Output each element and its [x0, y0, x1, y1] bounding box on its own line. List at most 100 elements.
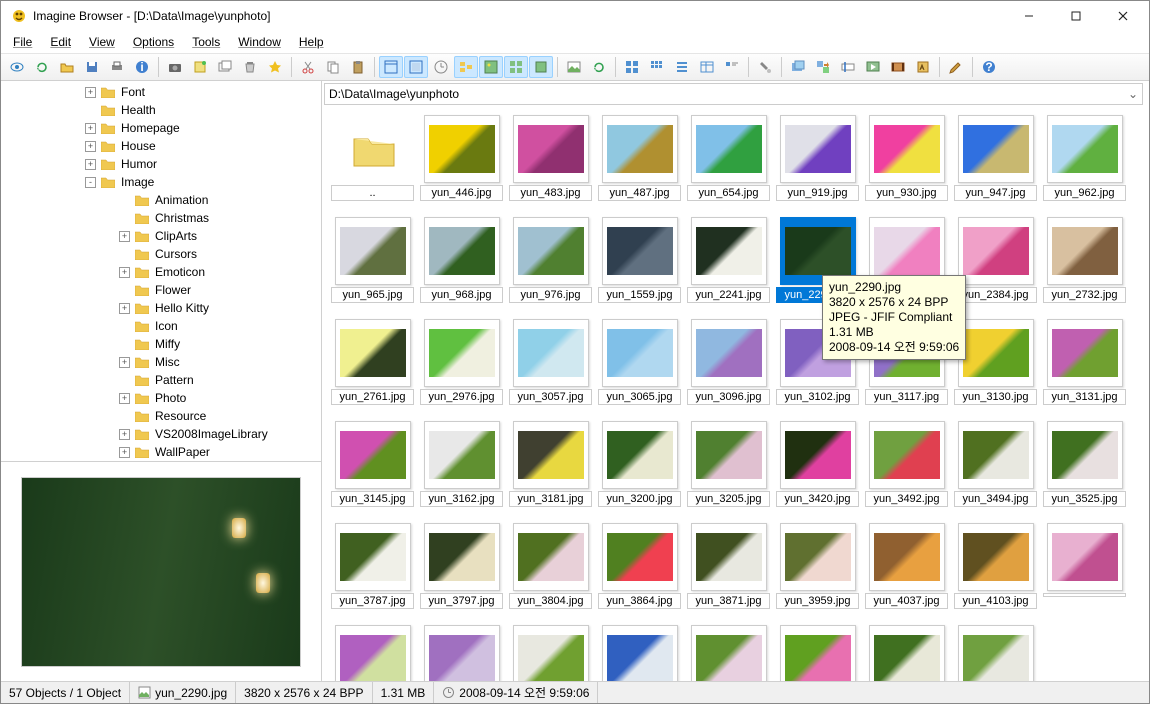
- thumbnail-area[interactable]: ..yun_446.jpgyun_483.jpgyun_487.jpgyun_6…: [322, 107, 1149, 681]
- thumbnail[interactable]: yun_3871.jpg: [686, 523, 771, 609]
- folder-house[interactable]: +House: [1, 137, 321, 155]
- edit-icon[interactable]: [944, 56, 968, 78]
- open-icon[interactable]: [55, 56, 79, 78]
- new-window-icon[interactable]: [213, 56, 237, 78]
- thumbnail[interactable]: yun_976.jpg: [508, 217, 593, 303]
- settings-icon[interactable]: [753, 56, 777, 78]
- thumbnail[interactable]: yun_3797.jpg: [419, 523, 504, 609]
- trash-icon[interactable]: [238, 56, 262, 78]
- folder-photo[interactable]: +Photo: [1, 389, 321, 407]
- thumbnail[interactable]: yun_947.jpg: [953, 115, 1038, 201]
- thumbnail[interactable]: yun_3162.jpg: [419, 421, 504, 507]
- layout-2-icon[interactable]: [404, 56, 428, 78]
- thumbnail[interactable]: yun_3787.jpg: [330, 523, 415, 609]
- thumbnail[interactable]: yun_483.jpg: [508, 115, 593, 201]
- sticky-icon[interactable]: [188, 56, 212, 78]
- refresh-icon[interactable]: [30, 56, 54, 78]
- thumbnail[interactable]: yun_2732.jpg: [1042, 217, 1127, 303]
- thumbnail[interactable]: [775, 625, 860, 681]
- thumbnail[interactable]: yun_968.jpg: [419, 217, 504, 303]
- folder-tree[interactable]: +FontHealth+Homepage+House+Humor-ImageAn…: [1, 81, 321, 461]
- thumbnail[interactable]: yun_2976.jpg: [419, 319, 504, 405]
- grid-icon[interactable]: [504, 56, 528, 78]
- thumbnail[interactable]: yun_4103.jpg: [953, 523, 1038, 609]
- convert-icon[interactable]: [811, 56, 835, 78]
- menu-view[interactable]: View: [81, 33, 123, 51]
- folder-icon[interactable]: Icon: [1, 317, 321, 335]
- thumbnail[interactable]: yun_446.jpg: [419, 115, 504, 201]
- preview-icon[interactable]: [479, 56, 503, 78]
- thumbnail[interactable]: yun_3492.jpg: [864, 421, 949, 507]
- batch-icon[interactable]: [786, 56, 810, 78]
- thumbnail[interactable]: [1042, 523, 1127, 609]
- expand-icon[interactable]: +: [85, 123, 96, 134]
- thumbnail[interactable]: yun_3864.jpg: [597, 523, 682, 609]
- folder-emoticon[interactable]: +Emoticon: [1, 263, 321, 281]
- thumbnail[interactable]: yun_1559.jpg: [597, 217, 682, 303]
- thumbnail[interactable]: yun_654.jpg: [686, 115, 771, 201]
- reload-icon[interactable]: [587, 56, 611, 78]
- folder-cliparts[interactable]: +ClipArts: [1, 227, 321, 245]
- expand-icon[interactable]: +: [119, 231, 130, 242]
- expand-icon[interactable]: +: [119, 303, 130, 314]
- folder-homepage[interactable]: +Homepage: [1, 119, 321, 137]
- collapse-icon[interactable]: -: [85, 177, 96, 188]
- expand-icon[interactable]: +: [85, 159, 96, 170]
- thumbnail[interactable]: [686, 625, 771, 681]
- close-button[interactable]: [1100, 2, 1145, 30]
- folder-pattern[interactable]: Pattern: [1, 371, 321, 389]
- expand-icon[interactable]: +: [85, 141, 96, 152]
- folder-cursors[interactable]: Cursors: [1, 245, 321, 263]
- menu-file[interactable]: File: [5, 33, 40, 51]
- menu-help[interactable]: Help: [291, 33, 332, 51]
- thumbnail[interactable]: yun_3065.jpg: [597, 319, 682, 405]
- editor-icon[interactable]: [911, 56, 935, 78]
- details-icon[interactable]: [695, 56, 719, 78]
- single-icon[interactable]: [529, 56, 553, 78]
- thumbnail[interactable]: yun_3205.jpg: [686, 421, 771, 507]
- folder-resource[interactable]: Resource: [1, 407, 321, 425]
- expand-icon[interactable]: +: [119, 267, 130, 278]
- folder-flower[interactable]: Flower: [1, 281, 321, 299]
- path-input[interactable]: [329, 87, 1128, 101]
- thumbnail[interactable]: yun_3181.jpg: [508, 421, 593, 507]
- copy-icon[interactable]: [321, 56, 345, 78]
- capture-icon[interactable]: [163, 56, 187, 78]
- cut-icon[interactable]: [296, 56, 320, 78]
- help-icon[interactable]: ?: [977, 56, 1001, 78]
- thumbnail[interactable]: [330, 625, 415, 681]
- clock-icon[interactable]: [429, 56, 453, 78]
- view-icon[interactable]: [5, 56, 29, 78]
- thumb-small-icon[interactable]: [645, 56, 669, 78]
- thumbnail[interactable]: yun_962.jpg: [1042, 115, 1127, 201]
- chevron-down-icon[interactable]: ⌄: [1128, 87, 1138, 101]
- expand-icon[interactable]: +: [119, 429, 130, 440]
- layout-1-icon[interactable]: [379, 56, 403, 78]
- folder-misc[interactable]: +Misc: [1, 353, 321, 371]
- folder-animation[interactable]: Animation: [1, 191, 321, 209]
- info-icon[interactable]: i: [130, 56, 154, 78]
- thumbnail[interactable]: [508, 625, 593, 681]
- menu-options[interactable]: Options: [125, 33, 182, 51]
- parent-folder[interactable]: ..: [330, 115, 415, 201]
- thumbnail[interactable]: yun_3131.jpg: [1042, 319, 1127, 405]
- print-icon[interactable]: [105, 56, 129, 78]
- expand-icon[interactable]: +: [119, 393, 130, 404]
- favorite-icon[interactable]: [263, 56, 287, 78]
- thumbnail[interactable]: yun_2761.jpg: [330, 319, 415, 405]
- folder-tree-icon[interactable]: [454, 56, 478, 78]
- folder-christmas[interactable]: Christmas: [1, 209, 321, 227]
- paste-icon[interactable]: [346, 56, 370, 78]
- folder-hello-kitty[interactable]: +Hello Kitty: [1, 299, 321, 317]
- thumbnail[interactable]: yun_3804.jpg: [508, 523, 593, 609]
- thumbnail[interactable]: yun_3959.jpg: [775, 523, 860, 609]
- menu-window[interactable]: Window: [230, 33, 289, 51]
- thumbnail[interactable]: yun_3057.jpg: [508, 319, 593, 405]
- minimize-button[interactable]: [1006, 2, 1051, 30]
- thumbnail[interactable]: yun_3494.jpg: [953, 421, 1038, 507]
- thumbnail[interactable]: [864, 625, 949, 681]
- thumbnail[interactable]: yun_919.jpg: [775, 115, 860, 201]
- path-bar[interactable]: ⌄: [324, 83, 1143, 105]
- thumbnail[interactable]: yun_3420.jpg: [775, 421, 860, 507]
- maximize-button[interactable]: [1053, 2, 1098, 30]
